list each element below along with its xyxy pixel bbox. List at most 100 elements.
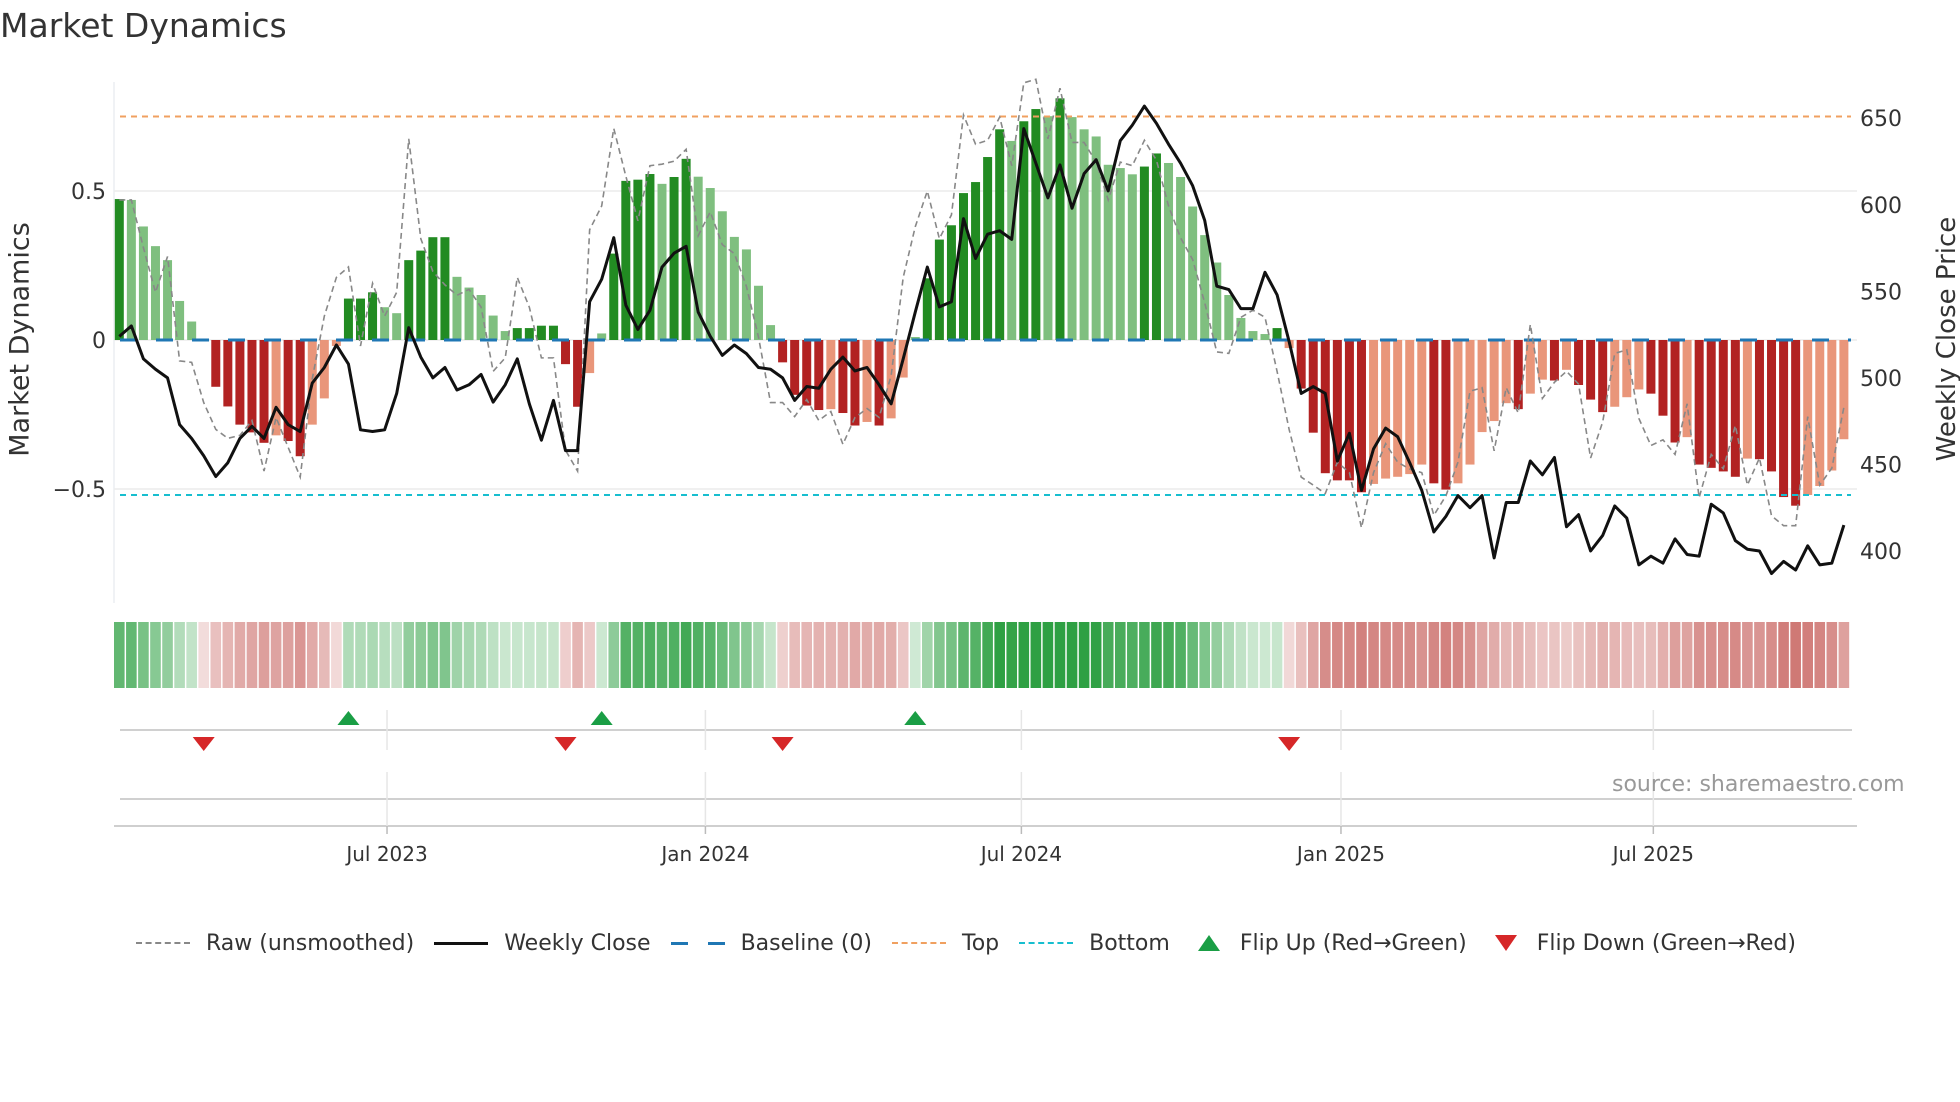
dynamics-bar (1031, 109, 1041, 340)
y-tick-label: 0.5 (71, 180, 106, 205)
heat-strip-cell (596, 622, 607, 688)
flip-up-marker (590, 711, 613, 725)
dynamics-bar (1694, 340, 1704, 465)
y2-tick-label: 400 (1860, 540, 1902, 565)
dynamics-bar (235, 340, 245, 425)
heat-strip-cell (439, 622, 451, 688)
y2-tick-label: 650 (1860, 107, 1902, 132)
heat-strip-cell (1042, 622, 1054, 688)
legend-label: Top (962, 930, 1000, 956)
heat-strip-cell (1018, 622, 1030, 688)
heat-strip-cell (668, 622, 680, 688)
dynamics-bar (1200, 235, 1210, 340)
dynamics-bar (959, 193, 968, 340)
legend-label: Flip Down (Green→Red) (1536, 930, 1796, 956)
heat-strip-cell (343, 622, 354, 688)
heat-strip-cell (391, 622, 402, 688)
dynamics-bar (163, 260, 173, 340)
heat-strip-cell (584, 622, 595, 688)
heat-strip-cell (1440, 622, 1452, 688)
y2-tick-label: 600 (1860, 194, 1902, 219)
heat-strip-cell (1102, 622, 1114, 688)
heat-strip-cell (922, 622, 933, 688)
dynamics-bar (392, 313, 402, 340)
heat-strip-cell (1428, 622, 1440, 688)
heat-strip-cell (138, 622, 149, 688)
legend-item-baseline: Baseline (0) (670, 931, 872, 956)
y-tick-label: 0 (92, 329, 106, 354)
raw-series-line (119, 78, 1845, 528)
dynamics-bar (150, 246, 160, 340)
dynamics-bar (1127, 174, 1137, 340)
heat-strip-cell (1344, 622, 1355, 688)
heat-strip-cell (114, 622, 125, 688)
heat-strip-cell (403, 622, 415, 688)
x-tick-label: Jan 2024 (659, 842, 749, 866)
heat-strip-cell (1271, 622, 1283, 688)
dynamics-bar (223, 340, 233, 407)
heat-strip-cell (1054, 622, 1066, 688)
dynamics-bar (440, 237, 450, 340)
heat-strip-cell (1597, 622, 1608, 688)
dynamics-bar (476, 295, 486, 340)
dynamics-bar (1489, 340, 1499, 422)
heat-strip-cell (934, 622, 945, 688)
heat-strip-cell (1814, 622, 1826, 688)
heat-strip-cell (1199, 622, 1210, 688)
dynamics-bar (814, 340, 824, 411)
heat-strip-cell (777, 622, 788, 688)
heat-strip-cell (210, 622, 222, 688)
heat-strip-cell (1259, 622, 1271, 688)
heat-strip-cell (1633, 622, 1645, 688)
y2-tick-label: 500 (1860, 367, 1902, 392)
heat-strip-cell (126, 622, 137, 688)
chart-title: Market Dynamics (0, 6, 287, 45)
heat-strip-cell (1163, 622, 1174, 688)
dynamics-bar (1670, 340, 1680, 443)
heat-strip-cell (620, 622, 632, 688)
heat-strip-cell (1573, 622, 1584, 688)
heat-strip-cell (897, 622, 909, 688)
dynamics-bar (512, 328, 522, 340)
dynamics-bar (802, 340, 812, 406)
legend-item-flip-up: Flip Up (Red→Green) (1190, 931, 1467, 956)
dynamics-bar (343, 298, 353, 340)
heat-strip-cell (319, 622, 330, 688)
heat-strip-cell (1090, 622, 1102, 688)
heat-strip-cell (1549, 622, 1560, 688)
dynamics-bar (1453, 340, 1463, 484)
heat-strip-cell (331, 622, 342, 688)
dynamics-bar (1610, 340, 1620, 407)
heat-strip-cell (692, 622, 704, 688)
heat-strip-cell (174, 622, 185, 688)
heat-strip-cell (1175, 622, 1186, 688)
heat-strip-cell (608, 622, 620, 688)
heat-strip-cell (1561, 622, 1572, 688)
heat-strip-cell (1476, 622, 1488, 688)
heat-strip-cell (222, 622, 234, 688)
dynamics-bar (295, 340, 305, 457)
dynamics-bar (1417, 340, 1427, 465)
heat-strip-cell (1332, 622, 1343, 688)
dynamics-bar (1754, 340, 1764, 460)
legend-item-top: Top (892, 931, 999, 956)
flip-down-marker (1278, 737, 1301, 751)
dynamics-bar (1586, 340, 1596, 400)
dynamics-bar (247, 340, 257, 433)
heat-strip-cell (1657, 622, 1669, 688)
heat-strip-cell (1006, 622, 1018, 688)
y2-tick-label: 450 (1860, 453, 1902, 478)
heat-strip-cell (765, 622, 776, 688)
heat-strip-cell (306, 622, 318, 688)
heat-strip-cell (1211, 622, 1223, 688)
heat-strip-cell (499, 622, 511, 688)
dynamics-bar (850, 340, 860, 426)
dynamics-bar (753, 285, 763, 340)
dynamics-bar (1176, 176, 1186, 340)
heat-strip-cell (1452, 622, 1464, 688)
heat-strip-cell (982, 622, 993, 688)
heat-strip-cell (258, 622, 270, 688)
dynamics-bar (741, 249, 751, 340)
heat-strip-cell (1585, 622, 1596, 688)
heat-strip-cell (909, 622, 921, 688)
